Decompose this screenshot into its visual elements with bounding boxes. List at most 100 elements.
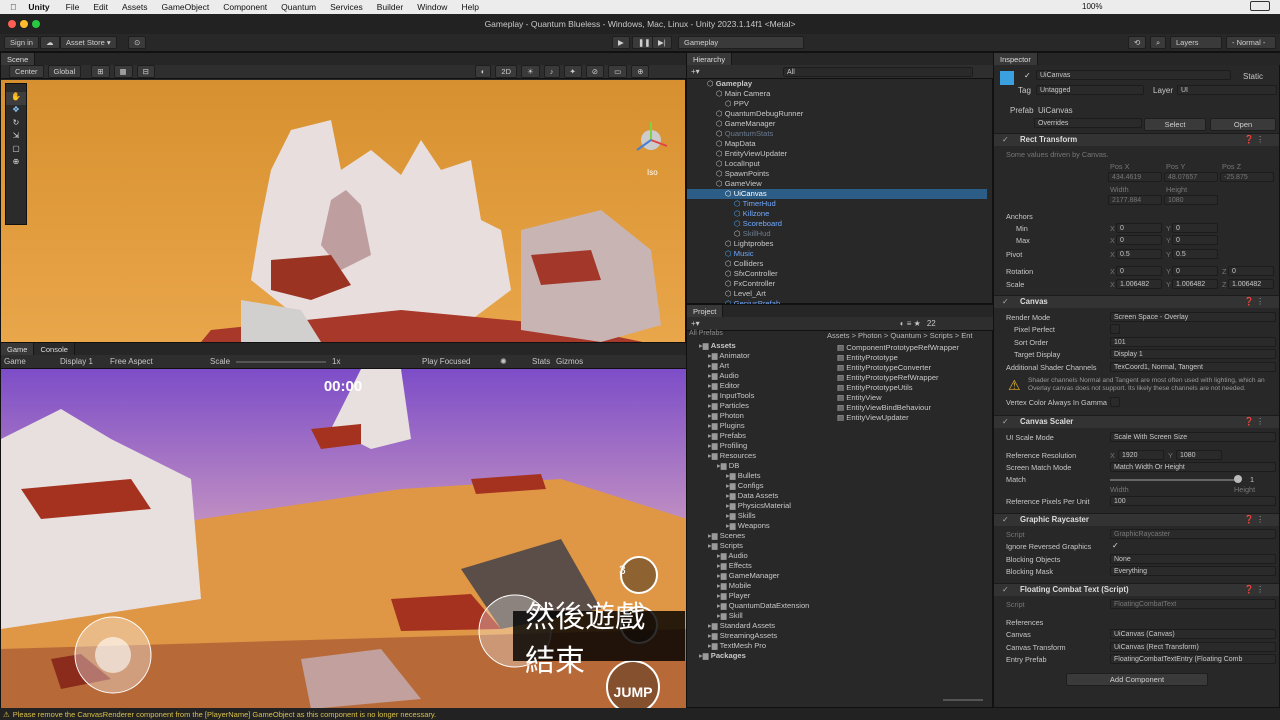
draw-mode-icon[interactable]: ◐ bbox=[474, 65, 492, 78]
tab-game[interactable]: Game bbox=[1, 343, 35, 355]
pivot-center-dropdown[interactable]: Center bbox=[9, 65, 44, 78]
audio-mute-icon[interactable]: ✺ bbox=[500, 357, 532, 366]
stats-toggle[interactable]: Stats bbox=[532, 357, 556, 366]
play-button[interactable]: ▶ bbox=[612, 36, 630, 49]
menu-item[interactable]: Builder bbox=[377, 2, 403, 12]
project-folder[interactable]: ▸▆ Animator bbox=[687, 351, 819, 361]
hierarchy-item[interactable]: ⬡ Main Camera bbox=[687, 89, 987, 99]
rect-tool-icon[interactable]: ▢ bbox=[6, 144, 26, 157]
hierarchy-item[interactable]: ⬡ QuantumStats bbox=[687, 129, 987, 139]
hierarchy-item[interactable]: ⬡ MapData bbox=[687, 139, 987, 149]
project-folder[interactable]: ▸▆ TextMesh Pro bbox=[687, 641, 819, 651]
project-folder[interactable]: ▸▆ Bullets bbox=[687, 471, 819, 481]
target-display-dropdown[interactable]: Display 1 bbox=[1110, 349, 1276, 359]
hierarchy-search-input[interactable]: All bbox=[783, 67, 973, 77]
hierarchy-item[interactable]: ⬡ EntityViewUpdater bbox=[687, 149, 987, 159]
step-button[interactable]: ▶| bbox=[652, 36, 672, 49]
icon-size-slider[interactable] bbox=[943, 699, 983, 701]
project-file[interactable]: ▤ EntityPrototypeConverter bbox=[837, 363, 992, 373]
tag-dropdown[interactable]: Untagged bbox=[1036, 85, 1144, 95]
posz-field[interactable]: -25.875 bbox=[1220, 172, 1274, 182]
prefab-open-button[interactable]: Open bbox=[1210, 118, 1276, 131]
scale-x[interactable]: 1.006482 bbox=[1116, 279, 1162, 289]
match-mode-dropdown[interactable]: Match Width Or Height bbox=[1110, 462, 1276, 472]
ppu-field[interactable]: 100 bbox=[1110, 496, 1276, 506]
hierarchy-item[interactable]: ⬡ Colliders bbox=[687, 259, 987, 269]
canvas-header-settings-icon[interactable]: ❓ ⋮ bbox=[1244, 297, 1264, 306]
pixel-perfect-checkbox[interactable] bbox=[1110, 324, 1120, 334]
canvas-scaler-header-toggle-icon[interactable]: ✓ bbox=[1002, 417, 1009, 426]
hierarchy-item[interactable]: ⬡ SpawnPoints bbox=[687, 169, 987, 179]
hierarchy-item[interactable]: ⬡ QuantumDebugRunner bbox=[687, 109, 987, 119]
all-prefabs-label[interactable]: All Prefabs bbox=[689, 330, 723, 337]
menu-item[interactable]: GameObject bbox=[162, 2, 210, 12]
height-field[interactable]: 1080 bbox=[1164, 195, 1218, 205]
hierarchy-item[interactable]: ⬡ UiCanvas bbox=[687, 189, 987, 199]
hierarchy-item[interactable]: ⬡ GameManager bbox=[687, 119, 987, 129]
project-file[interactable]: ▤ ComponentPrototypeRefWrapper bbox=[837, 343, 992, 353]
rotation-z[interactable]: 0 bbox=[1228, 266, 1274, 276]
project-folder[interactable]: ▸▆ DB bbox=[687, 461, 819, 471]
grid-snap-icon[interactable]: ⊞ bbox=[91, 65, 110, 78]
status-warning-text[interactable]: Please remove the CanvasRenderer compone… bbox=[13, 710, 436, 719]
fct-script-field[interactable]: FloatingCombatText bbox=[1110, 599, 1276, 609]
play-target-dropdown[interactable]: Gameplay bbox=[678, 36, 804, 49]
project-folder[interactable]: ▸▆ Skills bbox=[687, 511, 819, 521]
lighting-icon[interactable]: ☀ bbox=[521, 65, 540, 78]
match-slider-handle[interactable] bbox=[1234, 475, 1242, 483]
menu-item[interactable]: Edit bbox=[93, 2, 108, 12]
layout-dropdown[interactable]: - Normal - bbox=[1226, 36, 1276, 49]
project-folder[interactable]: ▸▆ Photon bbox=[687, 411, 819, 421]
blocking-objects-dropdown[interactable]: None bbox=[1110, 554, 1276, 564]
minimize-window-icon[interactable] bbox=[20, 20, 28, 28]
menu-item[interactable]: Help bbox=[461, 2, 478, 12]
project-folder[interactable]: ▸▆ Audio bbox=[687, 371, 819, 381]
res-y-field[interactable]: 1080 bbox=[1176, 450, 1222, 460]
hierarchy-item[interactable]: ⬡ Level_Art bbox=[687, 289, 987, 299]
filter-icons[interactable]: ◐ ≡ ★ bbox=[900, 319, 921, 328]
camera-icon[interactable]: ▭ bbox=[608, 65, 628, 78]
snap-increment-icon[interactable]: ⊟ bbox=[136, 65, 155, 78]
layers-dropdown[interactable]: Layers bbox=[1170, 36, 1222, 49]
fct-entry-prefab-field[interactable]: FloatingCombatTextEntry (Floating Comb bbox=[1110, 654, 1276, 664]
tab-project[interactable]: Project bbox=[687, 305, 724, 317]
display-dropdown[interactable]: Display 1 bbox=[60, 357, 110, 366]
project-folder[interactable]: ▸▆ Skill bbox=[687, 611, 819, 621]
res-x-field[interactable]: 1920 bbox=[1118, 450, 1164, 460]
width-field[interactable]: 2177.884 bbox=[1108, 195, 1162, 205]
object-name-field[interactable]: UiCanvas bbox=[1036, 70, 1231, 80]
anchor-min-y[interactable]: 0 bbox=[1172, 223, 1218, 233]
history-icon[interactable]: ⟲ bbox=[1128, 36, 1147, 49]
project-folder[interactable]: ▸▆ Player bbox=[687, 591, 819, 601]
vertex-color-checkbox[interactable] bbox=[1110, 397, 1120, 407]
active-checkbox[interactable]: ✓ bbox=[1024, 71, 1031, 80]
hand-tool-icon[interactable]: ✋ bbox=[6, 92, 26, 105]
move-tool-icon[interactable]: ✥ bbox=[6, 105, 26, 118]
gizmos-toggle[interactable]: Gizmos bbox=[556, 357, 583, 366]
scale-z[interactable]: 1.006482 bbox=[1228, 279, 1274, 289]
aspect-dropdown[interactable]: Free Aspect bbox=[110, 357, 210, 366]
gizmos-icon[interactable]: ⊕ bbox=[631, 65, 650, 78]
hierarchy-item[interactable]: ⬡ SkillHud bbox=[687, 229, 987, 239]
cloud-icon[interactable]: ☁ bbox=[40, 36, 60, 49]
project-folder[interactable]: ▸▆ PhysicsMaterial bbox=[687, 501, 819, 511]
scale-slider[interactable] bbox=[236, 360, 327, 363]
anchor-min-x[interactable]: 0 bbox=[1116, 223, 1162, 233]
hierarchy-item[interactable]: ⬡ PPV bbox=[687, 99, 987, 109]
rect-transform-header-toggle-icon[interactable]: ✓ bbox=[1002, 135, 1009, 144]
project-file[interactable]: ▤ EntityPrototypeUtils bbox=[837, 383, 992, 393]
hierarchy-item[interactable]: ⬡ Gameplay bbox=[687, 79, 987, 89]
audio-icon[interactable]: ♪ bbox=[543, 65, 560, 78]
graphic-raycaster-header-settings-icon[interactable]: ❓ ⋮ bbox=[1244, 515, 1264, 524]
pivot-x[interactable]: 0.5 bbox=[1116, 249, 1162, 259]
project-folder[interactable]: ▸▆ Plugins bbox=[687, 421, 819, 431]
game-mode-dropdown[interactable]: Game bbox=[4, 357, 60, 366]
project-folder[interactable]: ▸▆ Art bbox=[687, 361, 819, 371]
blocking-mask-dropdown[interactable]: Everything bbox=[1110, 566, 1276, 576]
fct-canvas-transform-field[interactable]: UiCanvas (Rect Transform) bbox=[1110, 642, 1276, 652]
project-folder[interactable]: ▸▆ Effects bbox=[687, 561, 819, 571]
sort-order-field[interactable]: 101 bbox=[1110, 337, 1276, 347]
layer-dropdown[interactable]: UI bbox=[1177, 85, 1277, 95]
project-file[interactable]: ▤ EntityPrototype bbox=[837, 353, 992, 363]
project-folder[interactable]: ▸▆ Audio bbox=[687, 551, 819, 561]
